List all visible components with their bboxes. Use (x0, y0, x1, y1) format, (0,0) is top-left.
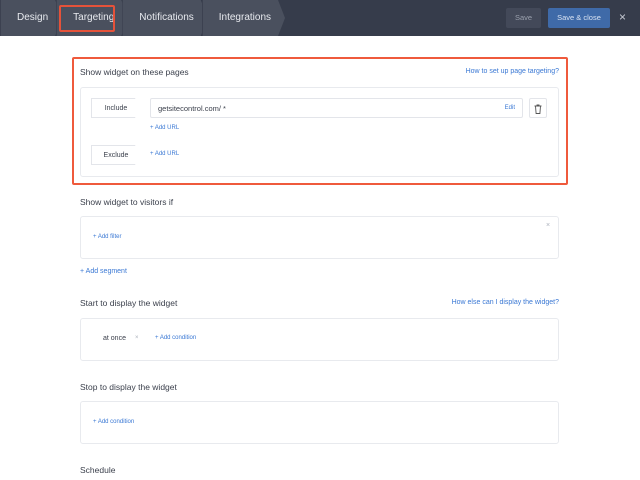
tab-notifications[interactable]: Notifications (122, 0, 207, 36)
start-section-title: Start to display the widget (80, 298, 178, 308)
tab-bar: Design Targeting Notifications Integrati… (0, 0, 279, 36)
visitors-filter-box (80, 216, 559, 259)
start-add-condition-link[interactable]: + Add condition (155, 335, 196, 341)
page-targeting-help-link[interactable]: How to set up page targeting? (466, 68, 559, 75)
add-segment-link[interactable]: + Add segment (80, 268, 127, 275)
add-filter-link[interactable]: + Add filter (93, 234, 122, 240)
exclude-add-url-link[interactable]: + Add URL (150, 151, 179, 157)
include-add-url-link[interactable]: + Add URL (150, 125, 179, 131)
remove-segment-icon[interactable]: × (546, 222, 550, 229)
save-close-button[interactable]: Save & close (548, 8, 610, 28)
save-button[interactable]: Save (506, 8, 541, 28)
schedule-section-title: Schedule (80, 465, 116, 475)
include-url-value: getsitecontrol.com/ * (158, 104, 226, 113)
pages-section-title: Show widget on these pages (80, 67, 189, 77)
include-url-field[interactable]: getsitecontrol.com/ * Edit (150, 98, 523, 118)
display-help-link[interactable]: How else can I display the widget? (452, 299, 559, 306)
close-icon[interactable]: × (619, 10, 626, 24)
exclude-label[interactable]: Exclude (91, 145, 140, 165)
stop-conditions-box (80, 401, 559, 444)
active-tab-highlight (59, 5, 115, 32)
trash-icon (534, 104, 542, 114)
stop-section-title: Stop to display the widget (80, 382, 177, 392)
delete-url-button[interactable] (529, 98, 547, 118)
include-label[interactable]: Include (91, 98, 140, 118)
tab-design[interactable]: Design (0, 0, 62, 36)
tab-integrations[interactable]: Integrations (202, 0, 285, 36)
top-bar: Design Targeting Notifications Integrati… (0, 0, 640, 36)
start-conditions-box (80, 318, 559, 361)
stop-add-condition-link[interactable]: + Add condition (93, 419, 134, 425)
remove-condition-icon[interactable]: × (135, 335, 139, 341)
edit-url-link[interactable]: Edit (505, 99, 515, 118)
condition-at-once[interactable]: at once (103, 335, 126, 342)
visitors-section-title: Show widget to visitors if (80, 197, 174, 207)
